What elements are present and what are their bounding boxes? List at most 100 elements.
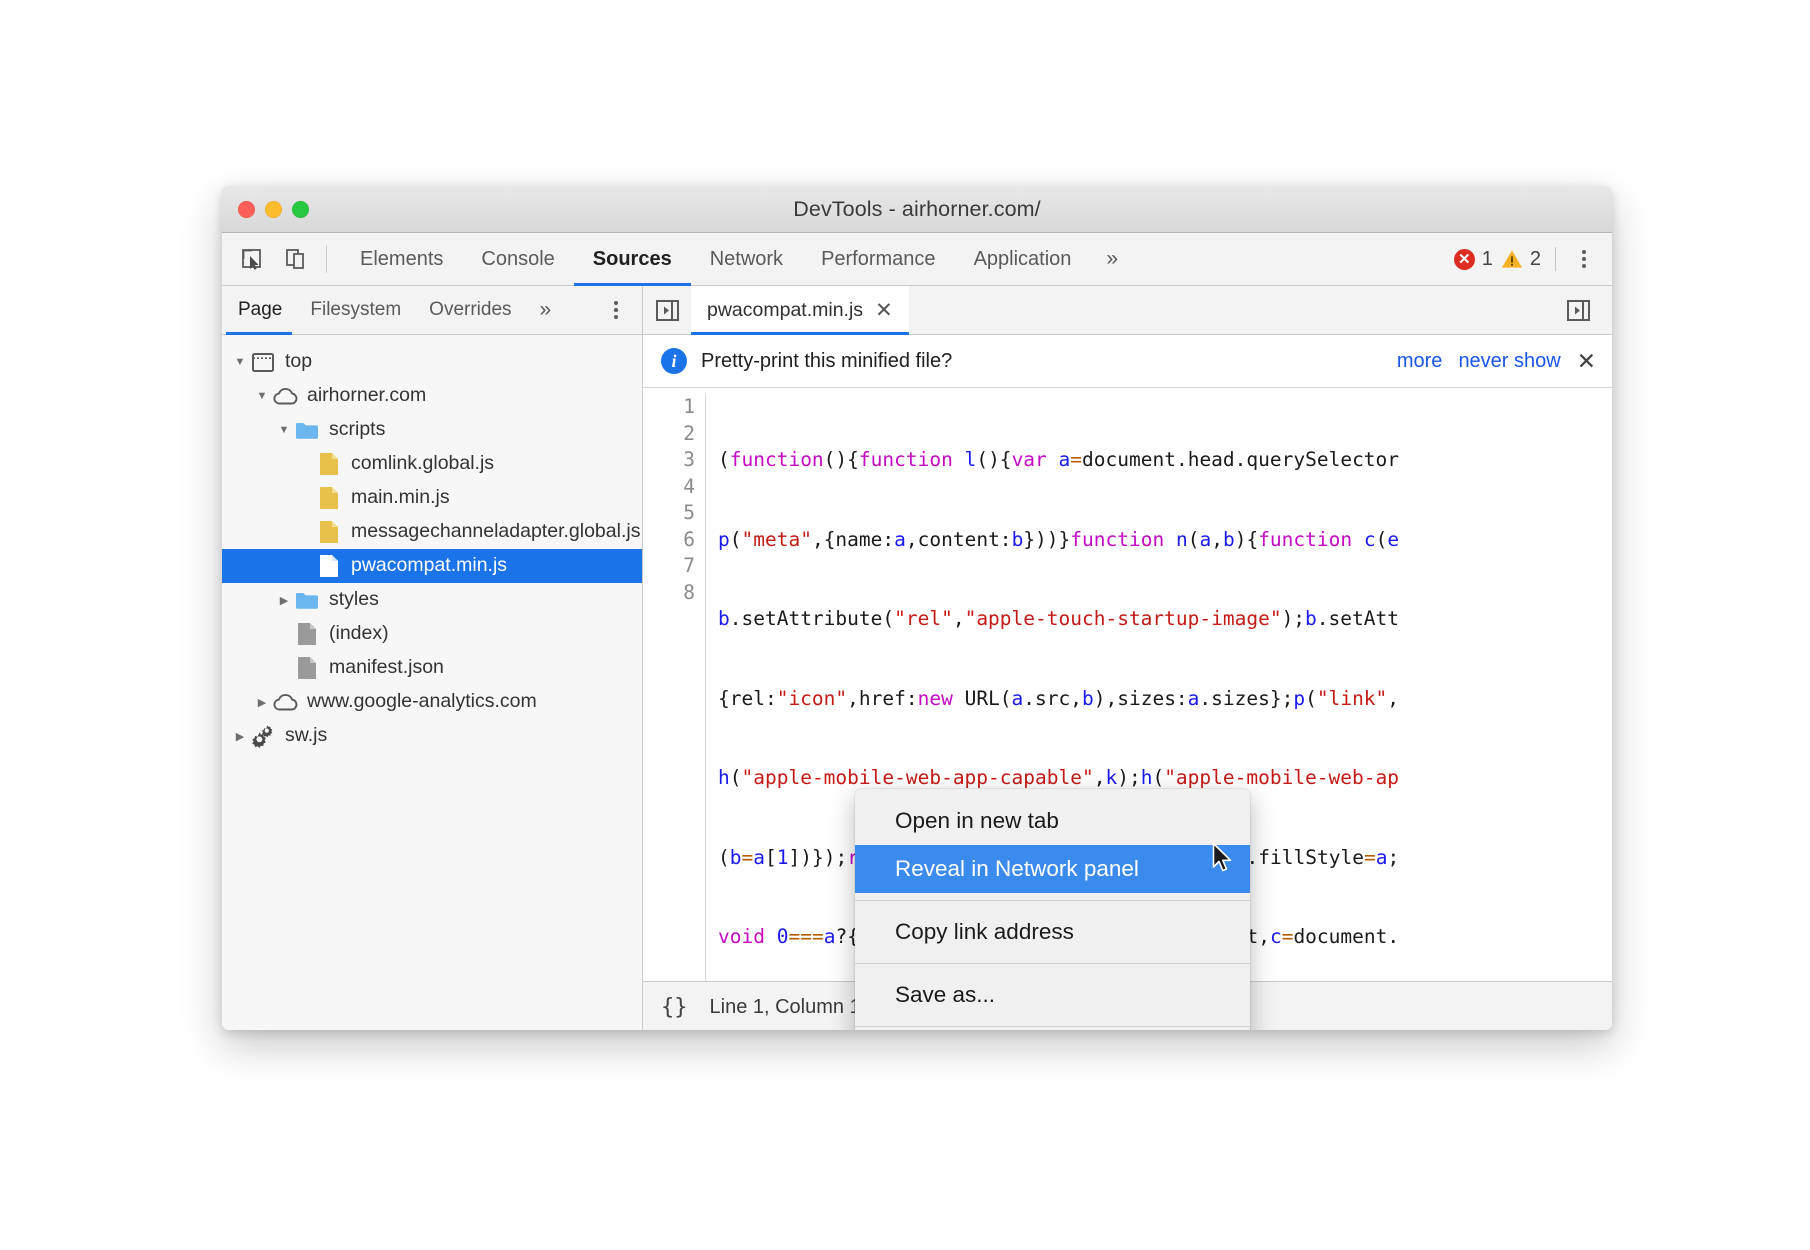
infobar-never-show-link[interactable]: never show [1458,350,1560,373]
window-title: DevTools - airhorner.com/ [222,197,1612,222]
disclosure-triangle-icon[interactable]: ▶ [252,696,272,709]
context-menu-separator [855,900,1250,901]
tree-item-label: manifest.json [329,658,444,678]
editor-tab-label: pwacompat.min.js [707,299,863,322]
tree-item-styles[interactable]: ▶ styles [222,583,642,617]
tree-item-messagechanneladapter-global-js[interactable]: messagechanneladapter.global.js [222,515,642,549]
frame-icon [250,353,276,372]
line-number-gutter: 1 2 3 4 5 6 7 8 [643,394,706,981]
tree-item-index[interactable]: (index) [222,617,642,651]
line-number: 3 [643,447,695,474]
gears-icon [250,724,276,748]
close-window-button[interactable] [238,201,255,218]
cursor-position-text: Line 1, Column 1 [710,996,861,1019]
editor-tabbar-right [1554,286,1612,334]
context-menu-item-reveal-in-network-panel[interactable]: Reveal in Network panel [855,845,1250,893]
line-number: 6 [643,527,695,554]
tab-console[interactable]: Console [462,233,573,285]
infobar-message: Pretty-print this minified file? [701,350,952,373]
editor-tab-pwacompat-min-js[interactable]: pwacompat.min.js ✕ [691,286,909,334]
context-menu-separator [855,963,1250,964]
panel-collapse-left-icon[interactable] [643,286,691,334]
line-number: 7 [643,553,695,580]
toolbar-right-group: ✕ 1 2 [1454,233,1612,285]
tree-item-scripts[interactable]: ▼ scripts [222,413,642,447]
zoom-window-button[interactable] [292,201,309,218]
traffic-light-buttons [238,201,309,218]
tab-sources[interactable]: Sources [574,233,691,285]
nav-tab-overrides[interactable]: Overrides [415,286,525,334]
context-menu: Open in new tab Reveal in Network panel … [855,789,1250,1030]
folder-icon [294,421,320,440]
tree-item-main-min-js[interactable]: main.min.js [222,481,642,515]
tree-item-label: www.google-analytics.com [307,692,537,712]
line-number: 1 [643,394,695,421]
disclosure-triangle-icon[interactable]: ▶ [274,594,294,607]
more-panels-chevron-icon[interactable]: » [1090,233,1131,285]
close-icon[interactable]: ✕ [875,300,893,321]
navigator-pane: Page Filesystem Overrides » ▼ [222,286,643,1030]
toolbar-right-divider [1555,247,1556,271]
tab-performance[interactable]: Performance [802,233,955,285]
infobar-close-icon[interactable]: ✕ [1577,350,1596,373]
js-file-icon [316,452,342,476]
main-menu-kebab-icon[interactable] [1570,245,1598,273]
pretty-print-infobar: i Pretty-print this minified file? more … [643,335,1612,388]
tab-elements[interactable]: Elements [341,233,462,285]
tree-item-manifest-json[interactable]: manifest.json [222,651,642,685]
tree-item-label: top [285,352,312,372]
tree-item-label: airhorner.com [307,386,426,406]
info-icon: i [661,348,687,374]
editor-tabbar: pwacompat.min.js ✕ [643,286,1612,335]
nav-tab-page[interactable]: Page [222,286,296,334]
tree-item-top[interactable]: ▼ top [222,345,642,379]
inspect-element-icon[interactable] [238,245,266,273]
tree-item-www-google-analytics-com[interactable]: ▶ www.google-analytics.com [222,685,642,719]
disclosure-triangle-icon[interactable]: ▼ [230,356,250,368]
context-menu-separator [855,1026,1250,1027]
nav-tab-filesystem[interactable]: Filesystem [296,286,415,334]
minimize-window-button[interactable] [265,201,282,218]
tab-network[interactable]: Network [691,233,802,285]
infobar-more-link[interactable]: more [1397,350,1443,373]
tree-item-label: scripts [329,420,385,440]
document-icon [294,622,320,646]
disclosure-triangle-icon[interactable]: ▶ [230,730,250,743]
devtools-window: DevTools - airhorner.com/ [222,186,1612,1030]
warning-counter[interactable]: 2 [1501,248,1541,271]
context-menu-item-copy-link-address[interactable]: Copy link address [855,908,1250,956]
error-counter[interactable]: ✕ 1 [1454,248,1493,271]
pretty-print-button[interactable]: {} [661,995,688,1020]
code-line: (function(){function l(){var a=document.… [718,447,1399,474]
toolbar-divider [326,245,327,273]
document-icon [294,656,320,680]
code-line: p("meta",{name:a,content:b}))}function n… [718,527,1399,554]
js-file-icon [316,554,342,578]
device-toolbar-icon[interactable] [282,245,310,273]
tree-item-label: pwacompat.min.js [351,556,507,576]
tree-item-pwacompat-min-js[interactable]: pwacompat.min.js [222,549,642,583]
nav-more-tabs-chevron-icon[interactable]: » [526,286,563,334]
screenshot-root: DevTools - airhorner.com/ [0,0,1810,1250]
context-menu-item-open-in-new-tab[interactable]: Open in new tab [855,797,1250,845]
code-line: h("apple-mobile-web-app-capable",k);h("a… [718,765,1399,792]
devtools-toolbar: Elements Console Sources Network Perform… [222,233,1612,286]
context-menu-item-save-as[interactable]: Save as... [855,971,1250,1019]
navigator-tabs: Page Filesystem Overrides » [222,286,642,335]
folder-icon [294,591,320,610]
tree-item-sw-js[interactable]: ▶ sw.js [222,719,642,753]
js-file-icon [316,486,342,510]
cloud-icon [272,693,298,711]
line-number: 8 [643,580,695,607]
tab-application[interactable]: Application [955,233,1091,285]
page-file-tree: ▼ top ▼ [222,335,642,1030]
error-count: 1 [1482,248,1493,271]
navigator-menu-kebab-icon[interactable] [602,296,630,324]
panel-collapse-right-icon[interactable] [1554,298,1602,323]
tree-item-label: comlink.global.js [351,454,494,474]
tree-item-comlink-global-js[interactable]: comlink.global.js [222,447,642,481]
disclosure-triangle-icon[interactable]: ▼ [274,424,294,436]
disclosure-triangle-icon[interactable]: ▼ [252,390,272,402]
tree-item-airhorner-com[interactable]: ▼ airhorner.com [222,379,642,413]
window-titlebar: DevTools - airhorner.com/ [222,186,1612,233]
